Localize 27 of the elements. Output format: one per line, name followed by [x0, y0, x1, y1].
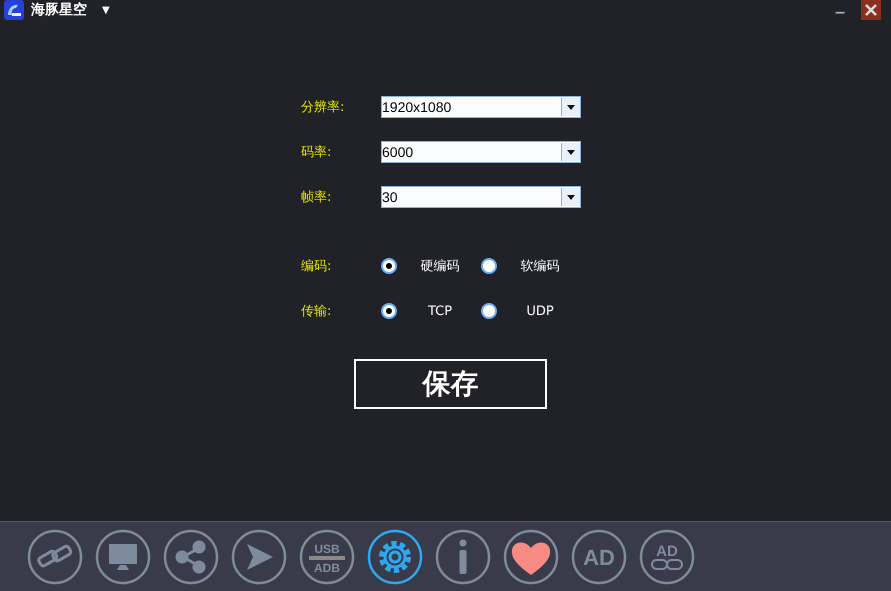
- share-icon[interactable]: [163, 528, 219, 584]
- field-label: 帧率:: [301, 189, 332, 206]
- settings-icon[interactable]: [367, 528, 423, 584]
- info-icon[interactable]: [435, 528, 491, 584]
- dropdown-field[interactable]: 6000: [381, 141, 581, 163]
- link-icon[interactable]: [27, 528, 83, 584]
- radio-label: UDP: [525, 304, 555, 318]
- field-label: 分辨率:: [301, 99, 346, 116]
- radio-button[interactable]: [481, 303, 497, 319]
- dropdown-field[interactable]: 30: [381, 186, 581, 208]
- dolphin-logo-icon: [4, 0, 24, 20]
- play-icon[interactable]: [231, 528, 287, 584]
- radio-label: 软编码: [520, 258, 560, 275]
- window-title: 海豚星空: [31, 1, 87, 19]
- field-label: 码率:: [301, 144, 332, 161]
- close-icon[interactable]: [861, 0, 881, 20]
- field-label: 传输:: [301, 303, 332, 320]
- dropdown-field[interactable]: 1920x1080: [381, 96, 581, 118]
- menu-caret[interactable]: ▼: [102, 4, 110, 16]
- radio-label: 硬编码: [420, 258, 460, 275]
- save-button[interactable]: 保存: [354, 359, 547, 409]
- radio-button[interactable]: [481, 258, 497, 274]
- radio-button[interactable]: [381, 303, 397, 319]
- radio-label: TCP: [426, 304, 454, 318]
- radio-button[interactable]: [381, 258, 397, 274]
- monitor-icon[interactable]: [95, 528, 151, 584]
- field-label: 编码:: [301, 258, 332, 275]
